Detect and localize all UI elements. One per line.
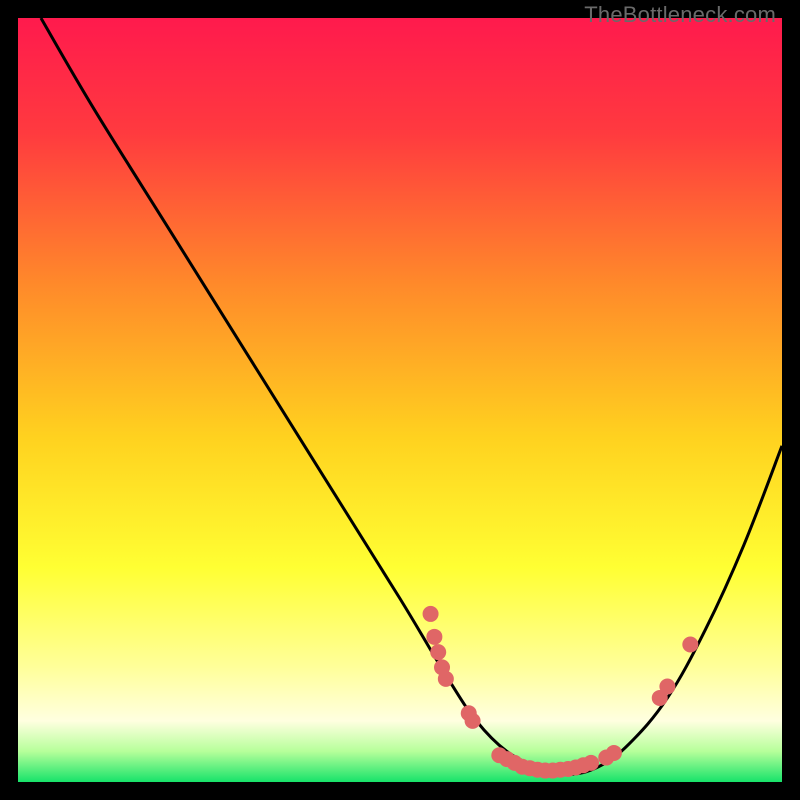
data-point	[430, 644, 446, 660]
data-point	[423, 606, 439, 622]
data-point	[426, 629, 442, 645]
chart-svg	[18, 18, 782, 782]
data-point	[682, 636, 698, 652]
data-point	[583, 755, 599, 771]
watermark-text: TheBottleneck.com	[584, 2, 776, 28]
gradient-background	[18, 18, 782, 782]
chart-frame	[18, 18, 782, 782]
data-point	[659, 679, 675, 695]
data-point	[438, 671, 454, 687]
data-point	[606, 745, 622, 761]
data-point	[465, 713, 481, 729]
